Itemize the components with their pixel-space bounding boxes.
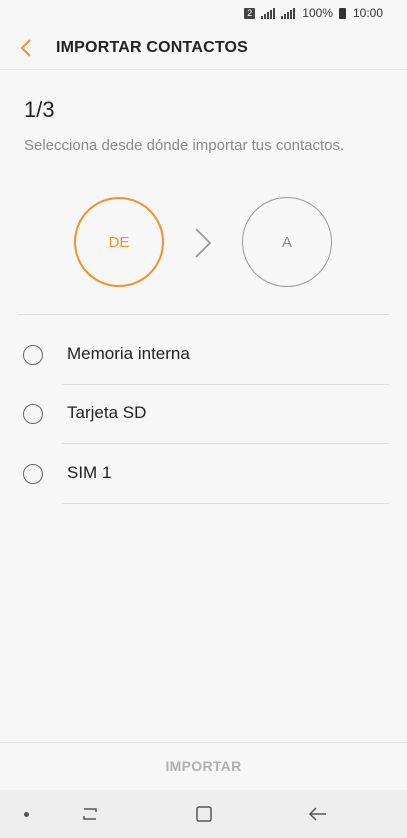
status-bar: 2 100% 10:00 xyxy=(0,0,407,26)
radio-button[interactable] xyxy=(23,345,43,365)
to-circle: A xyxy=(242,197,332,287)
import-button[interactable]: IMPORTAR xyxy=(0,743,407,789)
battery-percent: 100% xyxy=(302,6,333,20)
option-sim-1[interactable]: SIM 1 xyxy=(0,444,407,504)
from-circle: DE xyxy=(74,197,164,287)
option-label: Memoria interna xyxy=(67,344,190,363)
radio-button[interactable] xyxy=(23,404,43,424)
back-nav-button[interactable] xyxy=(306,802,330,826)
option-divider xyxy=(62,503,389,504)
step-indicator: 1/3 xyxy=(24,97,55,122)
battery-icon xyxy=(338,7,346,19)
recents-button[interactable] xyxy=(78,802,102,826)
home-button[interactable] xyxy=(192,802,216,826)
recents-icon xyxy=(83,808,97,820)
home-icon xyxy=(196,806,212,822)
chevron-right-icon xyxy=(195,228,212,258)
option-label: Tarjeta SD xyxy=(67,403,147,422)
subtitle: Selecciona desde dónde importar tus cont… xyxy=(24,137,345,154)
radio-button[interactable] xyxy=(23,464,43,484)
clock: 10:00 xyxy=(352,6,383,20)
option-sd-card[interactable]: Tarjeta SD xyxy=(0,384,407,444)
option-label: SIM 1 xyxy=(67,463,112,482)
to-label: A xyxy=(281,233,292,251)
signal-icon xyxy=(261,7,276,19)
back-button[interactable] xyxy=(0,26,52,70)
page-title: IMPORTAR CONTACTOS xyxy=(56,38,249,56)
navigation-bar xyxy=(0,790,407,838)
signal-icon-2 xyxy=(281,7,296,19)
divider xyxy=(18,314,389,315)
back-arrow-icon xyxy=(308,807,326,821)
app-bar: IMPORTAR CONTACTOS xyxy=(0,26,407,70)
sim-badge: 2 xyxy=(244,7,256,19)
from-label: DE xyxy=(108,233,130,251)
nav-dot xyxy=(24,812,29,817)
chevron-left-icon xyxy=(20,38,31,57)
option-internal-memory[interactable]: Memoria interna xyxy=(0,325,407,385)
